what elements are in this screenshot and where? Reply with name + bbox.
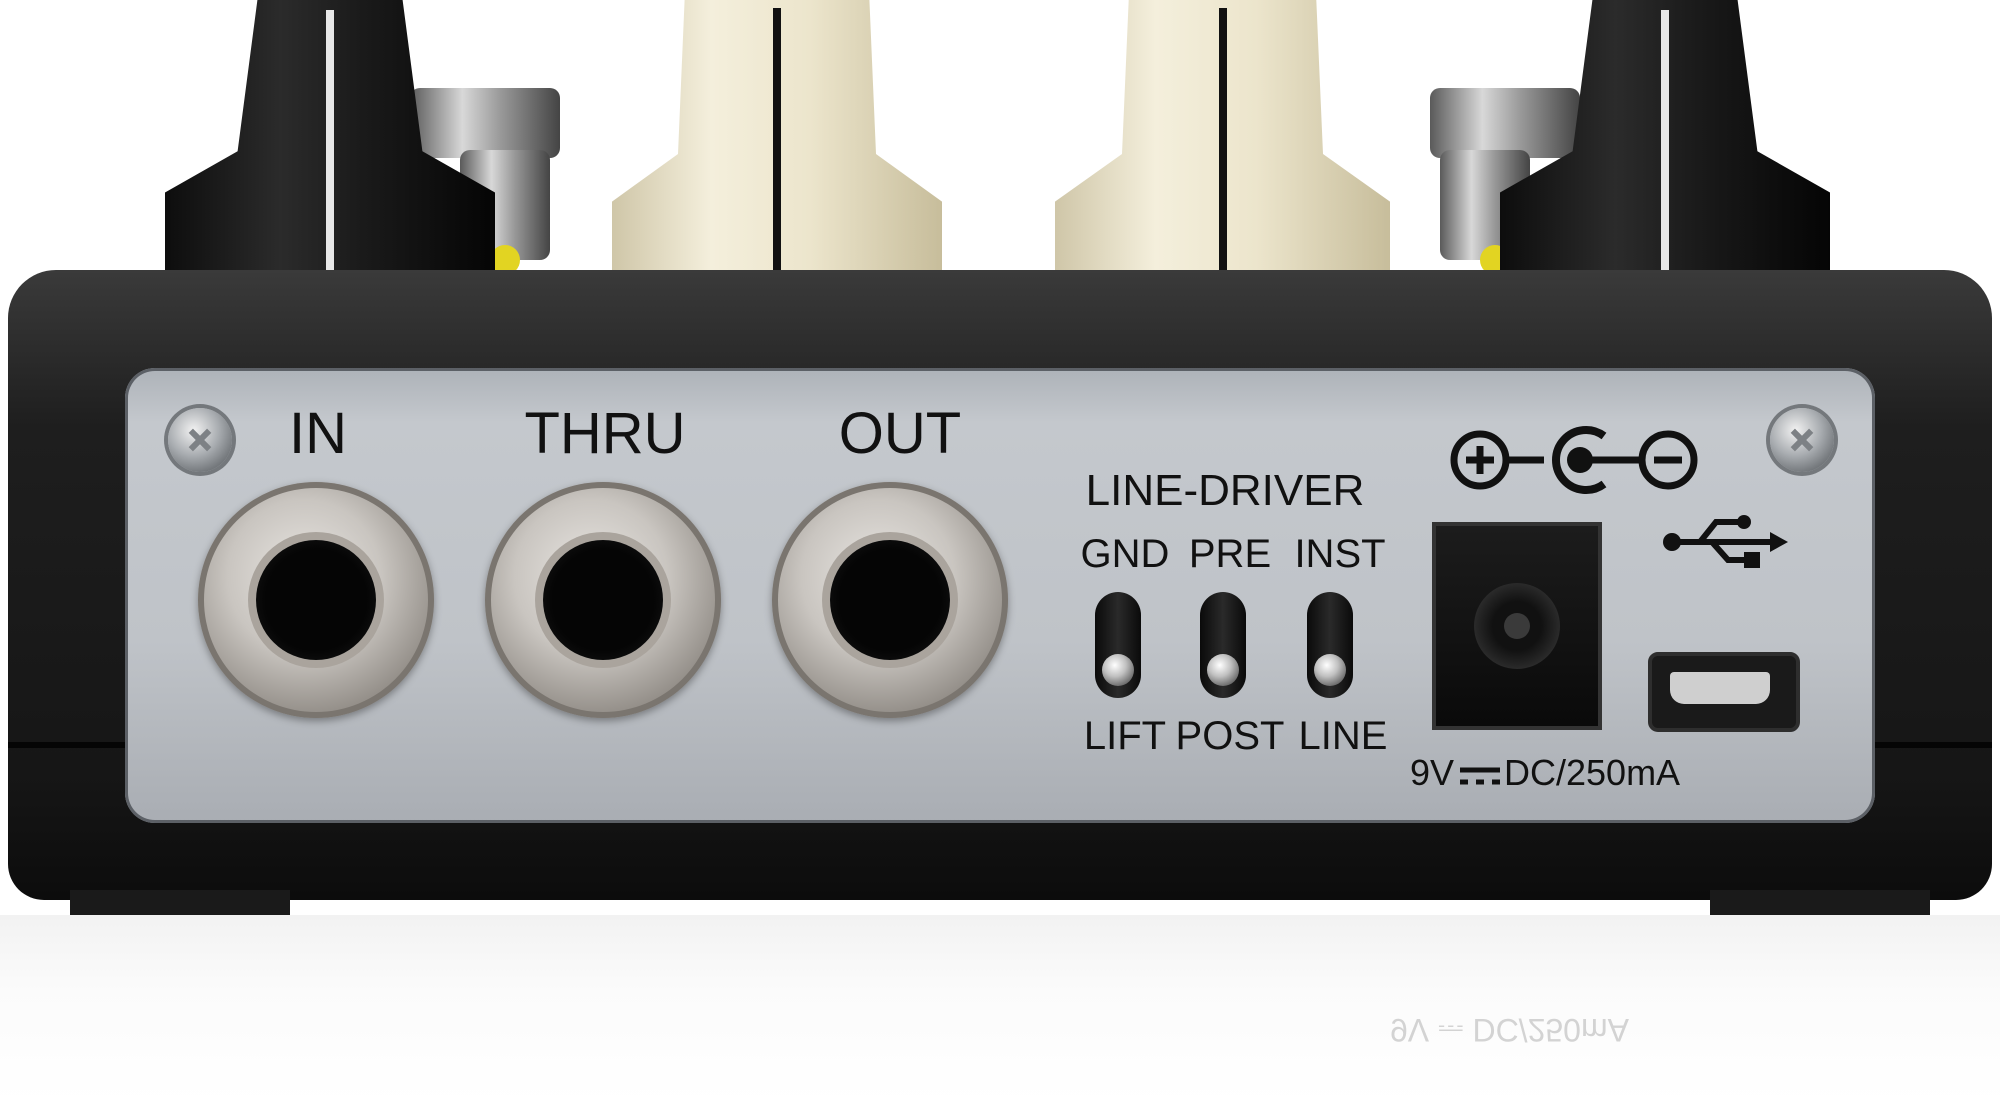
- surface-reflection: [0, 915, 2000, 1103]
- jack-label-in: IN: [289, 401, 347, 466]
- power-rating-current: DC/250mA: [1504, 752, 1681, 793]
- line-driver-title: LINE-DRIVER: [1085, 466, 1365, 515]
- input-jack[interactable]: [198, 482, 434, 718]
- switch-label-pre: PRE: [1188, 532, 1272, 576]
- dc-symbol-icon: [1460, 767, 1500, 785]
- output-jack[interactable]: [772, 482, 1008, 718]
- cream-knob-left[interactable]: [612, 0, 942, 280]
- screw-right: [1770, 408, 1834, 472]
- inst-line-switch[interactable]: [1307, 592, 1353, 698]
- power-rating-voltage: 9V: [1409, 752, 1454, 793]
- jack-label-out: OUT: [838, 401, 962, 466]
- thru-jack-socket: [543, 540, 663, 660]
- knob-indicator: [1661, 10, 1669, 270]
- input-jack-socket: [256, 540, 376, 660]
- switch-label-line: LINE: [1298, 714, 1388, 758]
- polarity-icon: [1450, 426, 1698, 494]
- knob-indicator: [1218, 8, 1227, 280]
- mini-usb-port[interactable]: [1648, 652, 1800, 732]
- pre-post-switch[interactable]: [1200, 592, 1246, 698]
- output-jack-socket: [830, 540, 950, 660]
- switch-lever: [1102, 654, 1134, 686]
- switch-lever: [1207, 654, 1239, 686]
- knob-indicator: [773, 8, 781, 280]
- gnd-lift-switch[interactable]: [1095, 592, 1141, 698]
- knob-indicator: [326, 10, 334, 270]
- thru-jack[interactable]: [485, 482, 721, 718]
- jack-label-thru: THRU: [524, 401, 686, 466]
- switch-label-inst: INST: [1294, 532, 1386, 576]
- screw-left: [168, 408, 232, 472]
- dc-power-jack[interactable]: [1432, 522, 1602, 730]
- reflection-text: 9V ⎓ DC/250mA: [1390, 1012, 1629, 1048]
- usb-icon: [1663, 515, 1788, 568]
- switch-label-lift: LIFT: [1083, 714, 1167, 758]
- knob-shaft-right: [1430, 88, 1580, 158]
- dc-power-socket: [1474, 583, 1560, 669]
- cream-knob-right[interactable]: [1055, 0, 1390, 280]
- knob-shaft-left: [410, 88, 560, 158]
- switch-lever: [1314, 654, 1346, 686]
- mini-usb-contacts: [1670, 672, 1770, 704]
- switch-label-gnd: GND: [1080, 532, 1170, 576]
- switch-label-post: POST: [1175, 714, 1285, 758]
- dc-power-pin: [1504, 613, 1530, 639]
